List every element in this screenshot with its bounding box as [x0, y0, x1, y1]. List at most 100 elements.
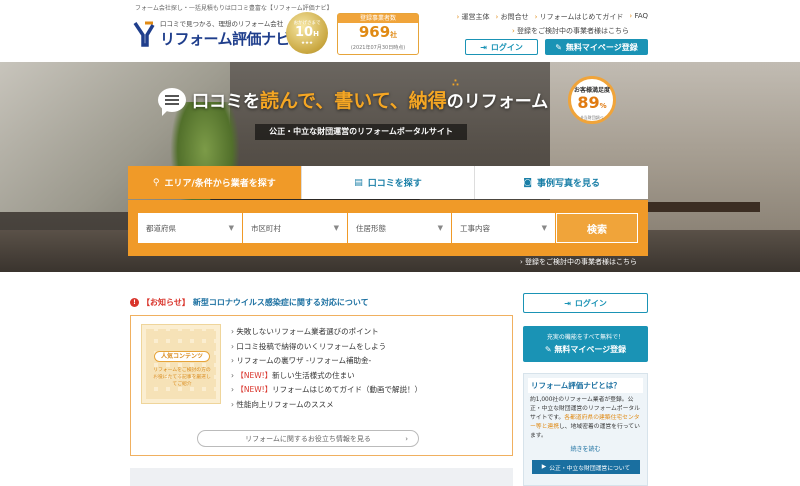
list-item[interactable]: 口コミ投稿で納得のいくリフォームをしよう — [231, 341, 422, 356]
chevron-down-icon: ▼ — [437, 224, 443, 232]
hero-title-b: 読んで、書いて、納得 — [260, 90, 447, 112]
camera-icon: ◙ — [523, 177, 533, 188]
search-tabs: ⚲ エリア/条件から業者を探す ▤ 口コミを探す ◙ 事例写真を見る — [128, 166, 649, 199]
chevron-right-icon: ▶ — [541, 464, 547, 470]
logo-mark-icon — [133, 21, 155, 47]
search-bar: 都道府県 ▼ 市区町村 ▼ 住居形態 ▼ 工事内容 ▼ 検索 — [128, 200, 648, 256]
city-select[interactable]: 市区町村 ▼ — [243, 213, 347, 243]
tab-review-search[interactable]: ▤ 口コミを探す — [300, 166, 475, 199]
popular-description: リフォームをご検討の方のお役にたてる記事を厳選してご紹介 — [153, 368, 211, 387]
hero-subtitle: 公正・中立な財団運営のリフォームポータルサイト — [255, 124, 467, 140]
link-text: 新しい生活様式の住まい — [272, 370, 355, 380]
hero-business-link[interactable]: 登録をご検討中の事業者様はこちら — [520, 257, 637, 267]
count-unit: 社 — [390, 31, 398, 39]
count-date: (2021年07月30日時点) — [350, 45, 406, 51]
search-button[interactable]: 検索 — [556, 213, 638, 243]
popular-links: 失敗しないリフォーム業者選びのポイント 口コミ投稿で納得のいくリフォームをしよう… — [231, 326, 422, 414]
more-info-button[interactable]: リフォームに関するお役立ち情報を見る — [197, 430, 419, 447]
chevron-down-icon: ▼ — [228, 224, 234, 232]
hero-title-c: のリフォーム — [446, 92, 549, 112]
prefecture-select-label: 都道府県 — [146, 223, 176, 233]
list-item[interactable]: 【NEW!】新しい生活様式の住まい — [231, 370, 422, 385]
register-subtext: 充実の機能をすべて無料で！ — [546, 334, 625, 341]
satisfaction-value: 89 — [577, 93, 600, 112]
housing-type-select[interactable]: 住居形態 ▼ — [348, 213, 451, 243]
tab-review-label: 口コミを探す — [367, 179, 422, 189]
tab-area-search[interactable]: ⚲ エリア/条件から業者を探す — [128, 166, 301, 199]
about-title: リフォーム評価ナビとは？ — [528, 378, 643, 393]
prefecture-select[interactable]: 都道府県 ▼ — [138, 213, 242, 243]
link-text: リフォームの裏ワザ -リフォーム補助金- — [236, 356, 372, 366]
site-logo[interactable]: 口コミで見つかる、理想のリフォーム会社 リフォーム評価ナビ — [133, 18, 291, 49]
count-value: 969 — [358, 23, 391, 41]
medal-stars: ★★★ — [300, 41, 314, 46]
next-section-strip — [130, 468, 513, 486]
pencil-icon: ✎ — [555, 42, 562, 52]
list-item[interactable]: 失敗しないリフォーム業者選びのポイント — [231, 326, 422, 341]
login-icon: ⇥ — [564, 298, 571, 308]
link-text: 失敗しないリフォーム業者選びのポイント — [236, 327, 379, 336]
alert-icon: ! — [130, 298, 139, 307]
about-text: 約1,000社のリフォーム業者が登録。公正・中立な財団運営のリフォームポータルサ… — [524, 393, 647, 441]
list-item[interactable]: 性能向上リフォームのススメ — [231, 399, 422, 414]
housing-select-label: 住居形態 — [356, 223, 386, 233]
hero-title: 口コミを 読んで、書いて、納得 のリフォーム — [158, 86, 549, 116]
tab-area-label: エリア/条件から業者を探す — [164, 179, 276, 189]
header-register-button[interactable]: ✎ 無料マイページ登録 — [545, 39, 648, 55]
list-item[interactable]: 【NEW!】リフォームはじめてガイド（動画で解説！） — [231, 384, 422, 399]
nav-operator[interactable]: 運営主体 — [457, 12, 490, 22]
foundation-button[interactable]: ▶ 公正・中立な財団運営について — [532, 460, 640, 474]
nav-business-link[interactable]: 登録をご検討中の事業者様はこちら — [512, 26, 629, 36]
notice-line[interactable]: ! 【お知らせ】 新型コロナウイルス感染症に関する対応について — [130, 297, 369, 308]
sidebar-register-button[interactable]: 充実の機能をすべて無料で！ ✎ 無料マイページ登録 — [523, 326, 648, 362]
link-text: 性能向上リフォームのススメ — [236, 399, 334, 409]
register-main-label: 無料マイページ登録 — [554, 345, 627, 354]
site-tagline: フォーム会社探し・一括見積もりは口コミ豊富な【リフォーム評価ナビ】 — [135, 5, 333, 12]
sidebar-login-label: ログイン — [574, 298, 607, 308]
header-login-label: ログイン — [490, 42, 523, 52]
header-login-button[interactable]: ⇥ ログイン — [465, 39, 538, 55]
popular-content-box: 人気コンテンツ リフォームをご検討の方のお役にたてる記事を厳選してご紹介 失敗し… — [130, 315, 513, 456]
new-tag: 【NEW!】 — [236, 370, 273, 380]
tab-photo-label: 事例写真を見る — [537, 179, 601, 189]
about-box: リフォーム評価ナビとは？ 約1,000社のリフォーム業者が登録。公正・中立な財団… — [523, 373, 648, 486]
nav-contact[interactable]: お問合せ — [496, 12, 529, 22]
satisfaction-badge: お客様満足度 89% ※当財団調べ — [568, 76, 616, 124]
logo-name: リフォーム評価ナビ — [160, 30, 291, 48]
hero-title-a: 口コミを — [192, 92, 260, 112]
houses-pattern-image — [146, 329, 216, 399]
notice-title: 新型コロナウイルス感染症に関する対応について — [192, 298, 369, 307]
nav-faq[interactable]: FAQ — [629, 12, 648, 22]
satisfaction-unit: % — [599, 102, 607, 110]
work-type-select[interactable]: 工事内容 ▼ — [452, 213, 555, 243]
speech-bubble-icon — [158, 87, 186, 116]
header-register-label: 無料マイページ登録 — [565, 42, 638, 52]
notice-tag: 【お知らせ】 — [142, 298, 190, 307]
chevron-down-icon: ▼ — [541, 224, 547, 232]
nav-guide[interactable]: リフォームはじめてガイド — [535, 12, 624, 22]
search-icon: ⚲ — [152, 177, 160, 188]
sidebar-login-button[interactable]: ⇥ ログイン — [523, 293, 648, 313]
registered-count-box: 登録事業者数 969社 (2021年07月30日時点) — [337, 13, 419, 55]
popular-content-image: 人気コンテンツ リフォームをご検討の方のお役にたてる記事を厳選してご紹介 — [141, 324, 221, 404]
tab-photo-search[interactable]: ◙ 事例写真を見る — [474, 166, 649, 199]
link-text: 口コミ投稿で納得のいくリフォームをしよう — [236, 341, 387, 351]
list-item[interactable]: リフォームの裏ワザ -リフォーム補助金- — [231, 355, 422, 370]
top-nav: 運営主体 お問合せ リフォームはじめてガイド FAQ — [457, 12, 648, 22]
comment-icon: ▤ — [354, 177, 363, 188]
read-more-link[interactable]: 続きを読む — [524, 444, 647, 453]
foundation-button-label: 公正・中立な財団運営について — [549, 465, 631, 472]
chevron-down-icon: ▼ — [333, 224, 339, 232]
medal-number: 10 — [295, 25, 314, 40]
link-text: リフォームはじめてガイド（動画で解説！） — [272, 385, 422, 395]
hero-table-image — [640, 202, 760, 212]
logo-catchphrase: 口コミで見つかる、理想のリフォーム会社 — [160, 20, 284, 28]
city-select-label: 市区町村 — [251, 223, 281, 233]
satisfaction-note: ※当財団調べ — [580, 115, 604, 120]
work-type-select-label: 工事内容 — [460, 223, 490, 233]
login-icon: ⇥ — [480, 42, 487, 52]
sparkle-icon: ∴ — [452, 78, 459, 89]
new-tag: 【NEW!】 — [236, 385, 273, 395]
medal-unit: H — [313, 30, 319, 38]
pencil-icon: ✎ — [544, 345, 555, 354]
